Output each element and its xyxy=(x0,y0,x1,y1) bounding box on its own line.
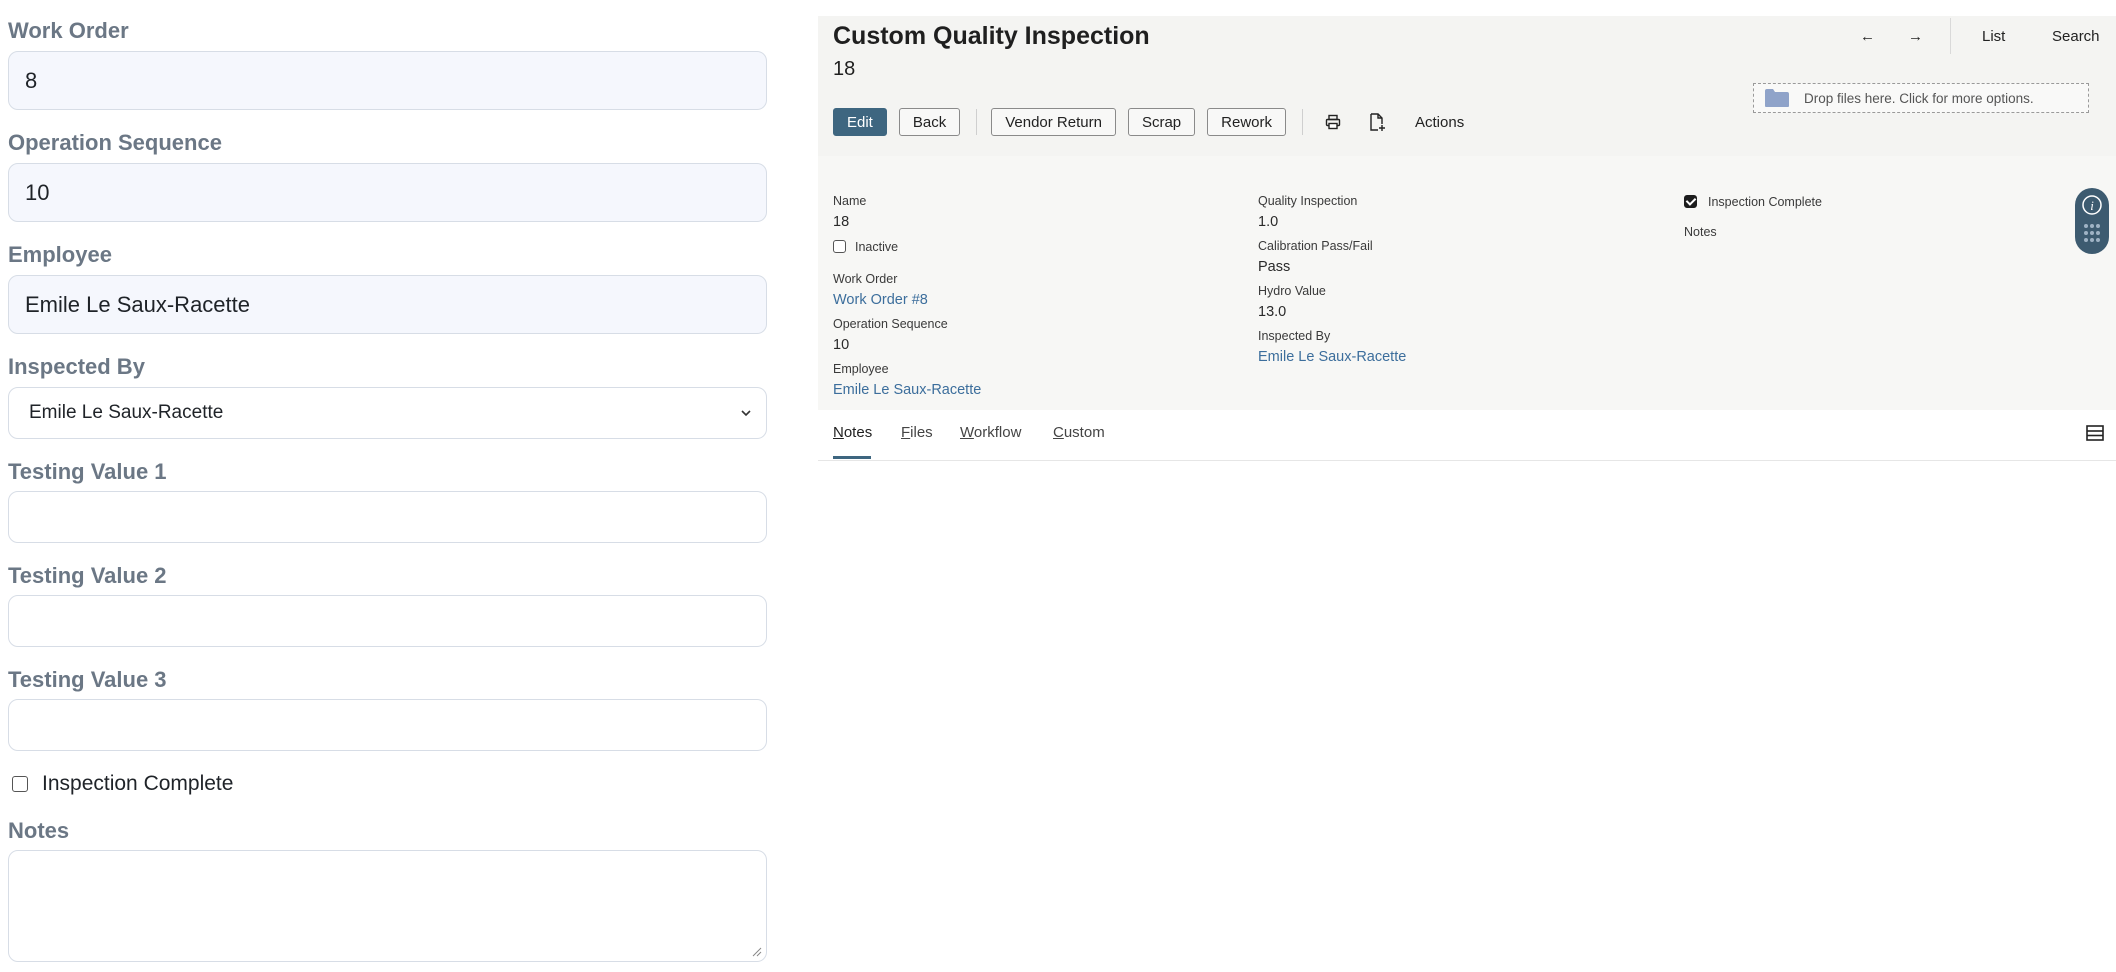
notes-label: Notes xyxy=(8,818,70,843)
inspected-by-label: Inspected By xyxy=(8,354,145,379)
tab-custom[interactable]: Custom xyxy=(1053,424,1105,441)
rework-button[interactable]: Rework xyxy=(1207,108,1286,136)
name-label: Name xyxy=(833,194,867,208)
testing-value-1-label: Testing Value 1 xyxy=(8,459,167,484)
inspection-complete-row: Inspection Complete xyxy=(12,772,233,796)
edit-button[interactable]: Edit xyxy=(833,108,887,136)
action-toolbar: Edit Back Vendor Return Scrap Rework Act… xyxy=(833,108,1464,136)
operation-sequence-value: 10 xyxy=(25,179,50,205)
resize-grip-icon[interactable] xyxy=(752,947,762,957)
info-dots-icon: i xyxy=(2082,195,2102,242)
inspected-by-link[interactable]: Emile Le Saux-Racette xyxy=(1258,349,1406,365)
testing-value-3-label: Testing Value 3 xyxy=(8,667,167,692)
tab-custom-key: C xyxy=(1053,424,1064,441)
inspection-complete-field-checkbox[interactable] xyxy=(1684,195,1697,208)
side-widget[interactable]: i xyxy=(2075,188,2109,254)
employee-label: Employee xyxy=(8,242,112,267)
vendor-return-button[interactable]: Vendor Return xyxy=(991,108,1116,136)
hydro-value-value: 13.0 xyxy=(1258,304,1287,320)
testing-value-2-label: Testing Value 2 xyxy=(8,563,167,588)
scrap-button[interactable]: Scrap xyxy=(1127,108,1196,136)
notes-textarea[interactable] xyxy=(8,850,767,962)
inspected-by-field-label: Inspected By xyxy=(1258,329,1331,343)
work-order-link[interactable]: Work Order #8 xyxy=(833,292,928,308)
quality-form: Work Order 8 Operation Sequence 10 Emplo… xyxy=(0,0,780,972)
page-title: Custom Quality Inspection xyxy=(833,22,1150,50)
print-button[interactable] xyxy=(1317,108,1349,136)
quality-inspection-label: Quality Inspection xyxy=(1258,194,1358,208)
work-order-field-label: Work Order xyxy=(833,272,898,286)
inspected-by-selected: Emile Le Saux-Racette xyxy=(29,402,224,423)
search-link[interactable]: Search xyxy=(2052,28,2100,45)
tab-files-key: F xyxy=(901,424,911,441)
employee-link[interactable]: Emile Le Saux-Racette xyxy=(833,382,981,398)
active-tab-indicator xyxy=(833,456,871,459)
folder-icon xyxy=(1765,89,1789,107)
calibration-value: Pass xyxy=(1258,259,1291,275)
layout-toggle-icon[interactable] xyxy=(2086,424,2104,442)
testing-value-3-input[interactable] xyxy=(8,699,767,751)
inspected-by-select[interactable]: Emile Le Saux-Racette xyxy=(8,387,767,439)
tab-notes[interactable]: Notes xyxy=(833,424,872,441)
operation-sequence-field-value: 10 xyxy=(833,337,850,353)
arrow-left-icon: ← xyxy=(1860,28,1875,45)
calibration-label: Calibration Pass/Fail xyxy=(1258,239,1373,253)
employee-input[interactable]: Emile Le Saux-Racette xyxy=(8,275,767,334)
chevron-down-icon xyxy=(741,410,751,417)
record-details: Name 18 Inactive Work Order Work Order #… xyxy=(818,156,2116,410)
operation-sequence-input[interactable]: 10 xyxy=(8,163,767,222)
dropzone-text: Drop files here. Click for more options. xyxy=(1804,90,2034,106)
employee-value: Emile Le Saux-Racette xyxy=(25,291,250,317)
back-button[interactable]: Back xyxy=(898,108,961,136)
new-document-button[interactable] xyxy=(1361,108,1393,136)
tab-workflow-label: orkflow xyxy=(973,424,1022,441)
employee-field-label: Employee xyxy=(833,362,889,376)
nav-divider xyxy=(1950,18,1951,54)
prev-record-button[interactable]: ← xyxy=(1860,28,1875,45)
tab-files-label: iles xyxy=(910,424,933,441)
tab-notes-key: N xyxy=(833,424,844,441)
tab-workflow-key: W xyxy=(960,424,974,441)
file-dropzone[interactable]: Drop files here. Click for more options. xyxy=(1753,83,2089,113)
notes-field-label: Notes xyxy=(1684,225,1717,239)
document-add-icon xyxy=(1370,113,1385,131)
hydro-value-label: Hydro Value xyxy=(1258,284,1326,298)
testing-value-1-input[interactable] xyxy=(8,491,767,543)
toolbar-divider xyxy=(976,109,978,135)
tab-custom-label: ustom xyxy=(1063,424,1105,441)
work-order-value: 8 xyxy=(25,67,38,93)
tab-workflow[interactable]: Workflow xyxy=(960,424,1021,441)
testing-value-2-input[interactable] xyxy=(8,595,767,647)
operation-sequence-label: Operation Sequence xyxy=(8,130,222,155)
actions-menu[interactable]: Actions xyxy=(1415,114,1464,131)
inspection-complete-field-label: Inspection Complete xyxy=(1708,195,1822,209)
record-tabs: Notes Files Workflow Custom xyxy=(818,410,2116,461)
record-id: 18 xyxy=(833,58,856,80)
next-record-button[interactable]: → xyxy=(1908,28,1923,45)
quality-inspection-value: 1.0 xyxy=(1258,214,1279,230)
printer-icon xyxy=(1325,114,1341,130)
operation-sequence-field-label: Operation Sequence xyxy=(833,317,948,331)
toolbar-divider xyxy=(1302,109,1303,135)
inspection-complete-label: Inspection Complete xyxy=(42,772,234,795)
arrow-right-icon: → xyxy=(1908,28,1923,45)
record-header: Custom Quality Inspection 18 ← → List Se… xyxy=(818,16,2116,156)
name-value: 18 xyxy=(833,214,850,230)
svg-text:i: i xyxy=(2090,198,2094,213)
work-order-label: Work Order xyxy=(8,18,129,43)
inactive-label: Inactive xyxy=(855,240,899,254)
inspection-complete-checkbox[interactable] xyxy=(12,776,28,792)
tab-files[interactable]: Files xyxy=(901,424,933,441)
work-order-input[interactable]: 8 xyxy=(8,51,767,110)
record-view: Custom Quality Inspection 18 ← → List Se… xyxy=(818,16,2116,972)
inactive-checkbox[interactable] xyxy=(833,240,846,253)
list-link[interactable]: List xyxy=(1982,28,2005,45)
tab-notes-label: otes xyxy=(843,424,873,441)
